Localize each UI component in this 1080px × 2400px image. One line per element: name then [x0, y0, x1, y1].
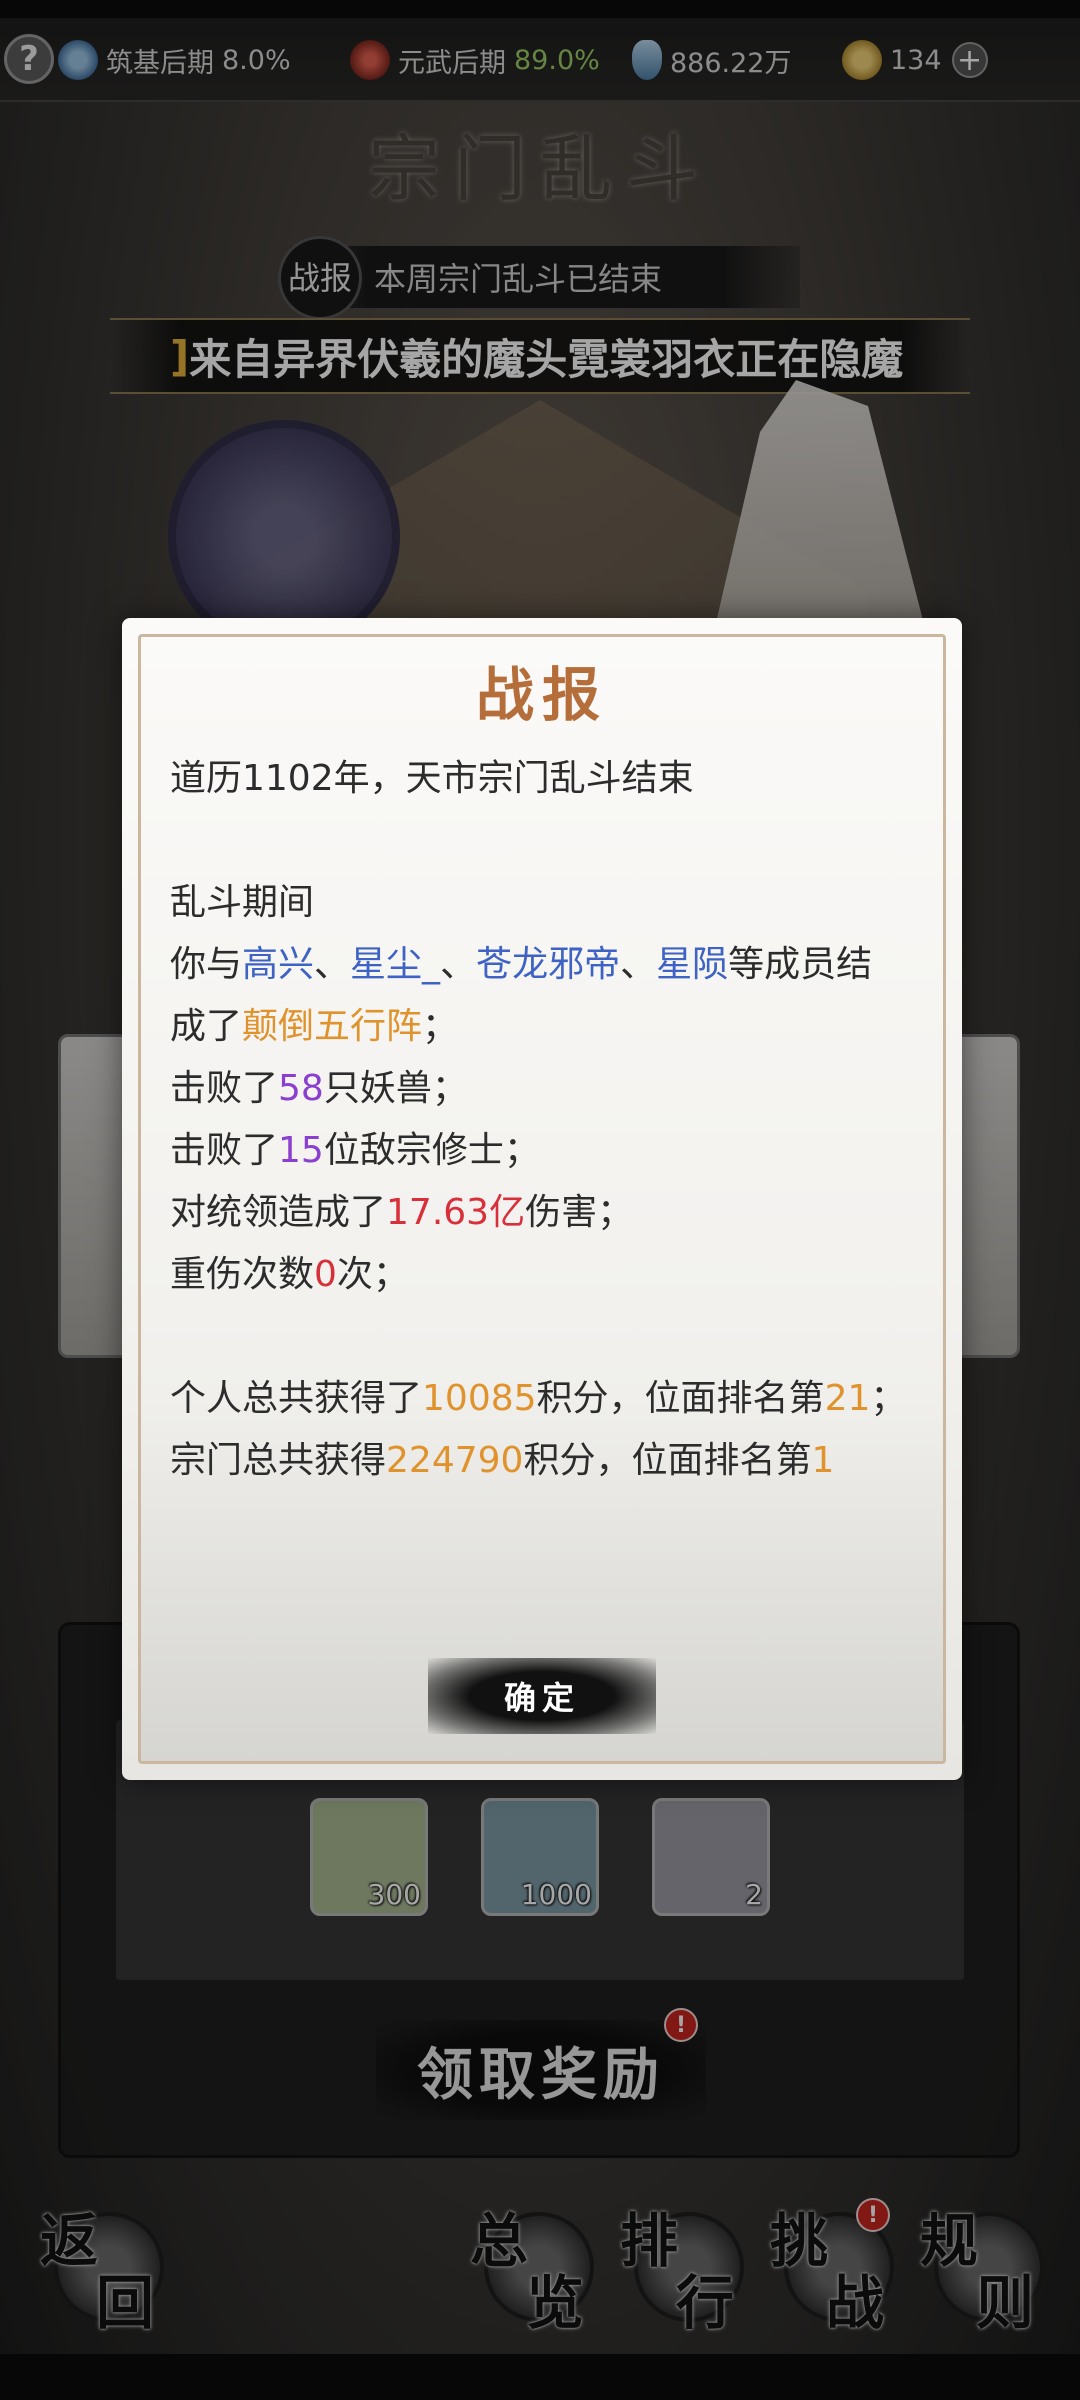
- text: 积分，位面排名第: [523, 1440, 812, 1481]
- report-line-year: 道历1102年，天市宗门乱斗结束: [170, 758, 694, 799]
- formation-name: 颠倒五行阵: [242, 1006, 423, 1047]
- text: 积分，位面排名第: [536, 1378, 825, 1419]
- injury-count: 0: [314, 1254, 337, 1295]
- report-line-beasts: 击败了58只妖兽；: [170, 1058, 930, 1120]
- member-name[interactable]: 星陨: [656, 944, 728, 985]
- text: 等成员结: [728, 944, 873, 985]
- text: 你与: [170, 944, 243, 985]
- text: 成了: [170, 1006, 243, 1047]
- text: ；: [422, 1006, 459, 1047]
- confirm-button[interactable]: 确定: [428, 1658, 656, 1734]
- text: 宗门总共获得: [170, 1440, 387, 1481]
- game-scene: ? 筑基后期 8.0% 元武后期 89.0% 886.22万 134 + 宗门乱…: [0, 0, 1080, 2400]
- report-line-teammates: 你与高兴、星尘_、苍龙邪帝、星陨等成员结: [170, 934, 930, 996]
- report-line-sect: 宗门总共获得224790积分，位面排名第1: [170, 1430, 930, 1492]
- report-line-period: 乱斗期间: [170, 882, 315, 923]
- report-line-damage: 对统领造成了17.63亿伤害；: [170, 1182, 930, 1244]
- text: 击败了: [170, 1130, 279, 1171]
- text: 只妖兽；: [323, 1068, 468, 1109]
- report-line-personal: 个人总共获得了10085积分，位面排名第21；: [170, 1368, 930, 1430]
- battle-report-body: 道历1102年，天市宗门乱斗结束 乱斗期间 你与高兴、星尘_、苍龙邪帝、星陨等成…: [170, 748, 930, 1492]
- beast-count: 58: [278, 1068, 324, 1109]
- battle-report-dialog: 战报 道历1102年，天市宗门乱斗结束 乱斗期间 你与高兴、星尘_、苍龙邪帝、星…: [122, 618, 962, 1780]
- damage-value: 17.63亿: [386, 1192, 526, 1233]
- text: 对统领造成了: [170, 1192, 387, 1233]
- enemy-count: 15: [278, 1130, 324, 1171]
- report-line-enemies: 击败了15位敌宗修士；: [170, 1120, 930, 1182]
- text: 伤害；: [525, 1192, 634, 1233]
- separator: 、: [620, 944, 657, 985]
- text: 次；: [336, 1254, 409, 1295]
- text: 击败了: [170, 1068, 279, 1109]
- personal-rank: 21: [824, 1378, 871, 1419]
- report-line-formation: 成了颠倒五行阵；: [170, 996, 930, 1058]
- sect-points: 224790: [386, 1440, 524, 1481]
- text: 个人总共获得了: [170, 1378, 423, 1419]
- report-line-injuries: 重伤次数0次；: [170, 1244, 930, 1306]
- separator: 、: [314, 944, 351, 985]
- member-name[interactable]: 高兴: [242, 944, 314, 985]
- personal-points: 10085: [422, 1378, 537, 1419]
- sect-rank: 1: [811, 1440, 835, 1481]
- member-name[interactable]: 星尘_: [350, 944, 440, 985]
- member-name[interactable]: 苍龙邪帝: [476, 944, 620, 985]
- text: ；: [870, 1378, 907, 1419]
- dialog-title: 战报: [475, 661, 608, 729]
- separator: 、: [440, 944, 477, 985]
- text: 位敌宗修士；: [323, 1130, 540, 1171]
- text: 重伤次数: [170, 1254, 315, 1295]
